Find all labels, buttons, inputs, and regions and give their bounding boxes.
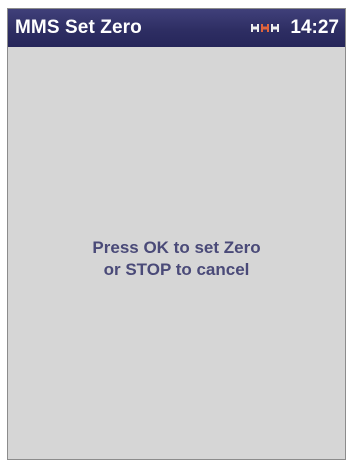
page-title: MMS Set Zero [15, 17, 142, 38]
instruction-line-1: Press OK to set Zero [92, 238, 261, 257]
battery-icon [251, 24, 280, 32]
clock: 14:27 [290, 17, 339, 38]
screen: MMS Set Zero 14:27 Press OK to set Zero [7, 8, 346, 460]
instruction-message: Press OK to set Zero or STOP to cancel [8, 237, 345, 281]
device-frame: MMS Set Zero 14:27 Press OK to set Zero [0, 0, 352, 467]
status-area: 14:27 [251, 17, 339, 39]
title-bar: MMS Set Zero 14:27 [8, 9, 345, 47]
instruction-line-2: or STOP to cancel [103, 260, 250, 279]
